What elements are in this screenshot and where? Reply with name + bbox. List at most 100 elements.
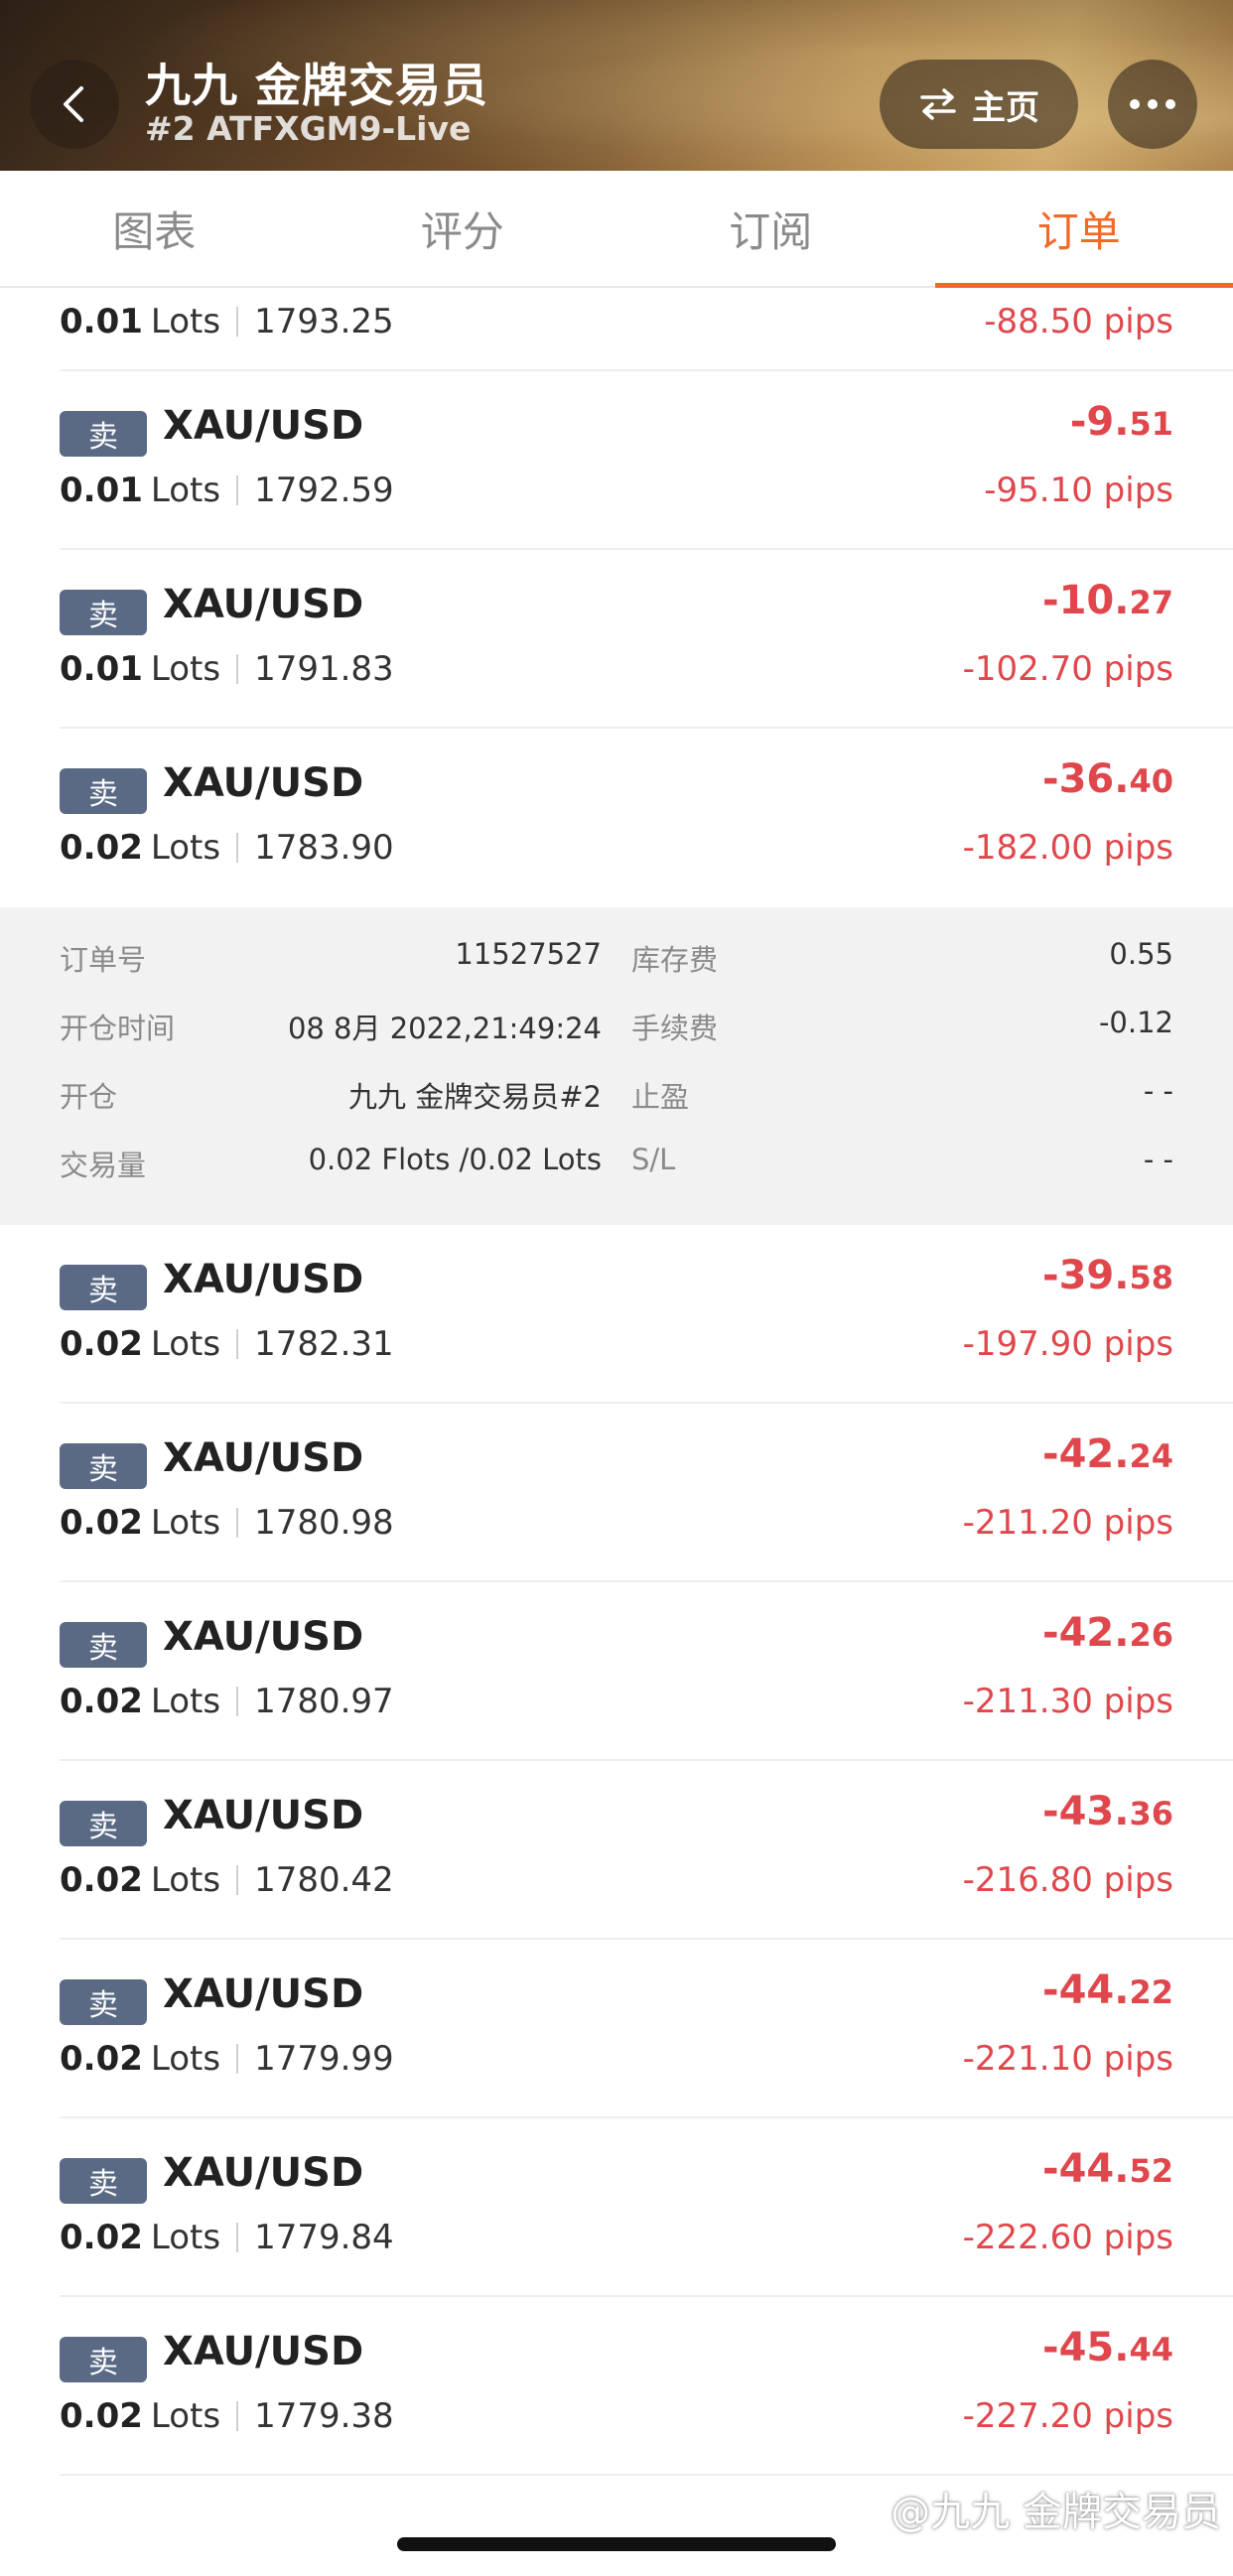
sell-badge: 卖 <box>60 2337 147 2382</box>
order-row[interactable]: 卖 XAU/USD 0.02 Lots 1779.38 -45.44 -227.20… <box>60 2297 1233 2476</box>
take-profit-value: - - <box>1143 1074 1173 1108</box>
tab-orders[interactable]: 订单 <box>925 171 1233 288</box>
order-lots-price: 0.02 Lots 1783.90 <box>60 828 394 868</box>
order-profit: -44.52 <box>1042 2146 1173 2192</box>
order-symbol: XAU/USD <box>163 2150 364 2196</box>
order-lots: 0.02 <box>60 2039 143 2079</box>
order-lots: 0.02 <box>60 1682 143 1721</box>
order-profit-decimal: 51 <box>1129 405 1173 443</box>
order-profit-main: -39. <box>1042 1253 1130 1298</box>
order-row[interactable]: 卖 XAU/USD 0.01 Lots 1791.83 -10.27 -102.70… <box>60 550 1233 729</box>
order-lots-unit: Lots <box>150 1503 221 1543</box>
commission-label: 手续费 <box>631 1012 719 1045</box>
order-lots-unit: Lots <box>150 302 221 341</box>
order-price: 1779.38 <box>254 2396 394 2436</box>
order-price: 1780.97 <box>254 1682 394 1721</box>
order-row[interactable]: 0.01 Lots 1793.25 -88.50 pips <box>60 288 1233 371</box>
sell-badge: 卖 <box>60 1622 147 1668</box>
order-lots-price: 0.01 Lots 1792.59 <box>60 471 394 510</box>
order-row[interactable]: 卖 XAU/USD 0.02 Lots 1779.99 -44.22 -221.10… <box>60 1940 1233 2118</box>
order-symbol: XAU/USD <box>163 760 364 806</box>
order-pips: -222.60 pips <box>962 2218 1173 2257</box>
order-pips: -211.30 pips <box>962 1682 1173 1721</box>
order-profit-main: -10. <box>1042 578 1130 623</box>
order-price: 1793.25 <box>254 302 394 341</box>
tab-subscribe[interactable]: 订阅 <box>616 171 925 286</box>
sell-badge: 卖 <box>60 1979 147 2025</box>
order-row[interactable]: 卖 XAU/USD 0.02 Lots 1780.98 -42.24 -211.20… <box>60 1404 1233 1582</box>
order-price: 1779.99 <box>254 2039 394 2079</box>
order-lots: 0.02 <box>60 2396 143 2436</box>
tab-rating[interactable]: 评分 <box>309 171 617 286</box>
order-lots-price: 0.01 Lots 1791.83 <box>60 649 394 689</box>
sell-badge: 卖 <box>60 590 147 635</box>
order-pips: -227.20 pips <box>962 2396 1173 2436</box>
order-profit-main: -43. <box>1042 1789 1130 1834</box>
stop-loss-value: - - <box>1143 1143 1173 1176</box>
swap-icon <box>920 88 956 120</box>
order-lots-price: 0.02 Lots 1779.38 <box>60 2396 394 2436</box>
order-lots-unit: Lots <box>150 2218 221 2257</box>
order-price: 1779.84 <box>254 2218 394 2257</box>
order-lots: 0.01 <box>60 649 143 689</box>
divider <box>236 2044 239 2074</box>
order-symbol: XAU/USD <box>163 1614 364 1660</box>
order-lots-price: 0.02 Lots 1780.42 <box>60 1860 394 1900</box>
order-profit-decimal: 58 <box>1129 1259 1173 1296</box>
order-row[interactable]: 卖 XAU/USD 0.02 Lots 1780.42 -43.36 -216.80… <box>60 1761 1233 1940</box>
open-label: 开仓 <box>60 1080 118 1114</box>
order-profit-decimal: 36 <box>1129 1795 1173 1832</box>
order-profit-decimal: 27 <box>1129 584 1173 621</box>
open-time-value: 08 8月 2022,21:49:24 <box>287 1012 602 1045</box>
commission-value: -0.12 <box>1098 1006 1173 1039</box>
home-button[interactable]: 主页 <box>880 60 1078 149</box>
divider <box>236 307 239 337</box>
swap-label: 库存费 <box>631 943 719 977</box>
order-profit-decimal: 26 <box>1129 1616 1173 1654</box>
sell-badge: 卖 <box>60 1265 147 1310</box>
order-row[interactable]: 卖 XAU/USD 0.02 Lots 1782.31 -39.58 -197.90… <box>60 1225 1233 1404</box>
order-symbol: XAU/USD <box>163 582 364 627</box>
tab-chart[interactable]: 图表 <box>0 171 309 286</box>
order-profit: -9.51 <box>1070 399 1173 445</box>
tab-bar: 图表 评分 订阅 订单 <box>0 171 1233 288</box>
order-row[interactable]: 卖 XAU/USD 0.01 Lots 1792.59 -9.51 -95.10 p… <box>60 371 1233 550</box>
order-profit: -10.27 <box>1042 578 1173 623</box>
order-detail-panel: 订单号 11527527 库存费 0.55 开仓时间 08 8月 2022,21… <box>0 907 1233 1225</box>
chevron-left-icon <box>64 86 83 122</box>
order-lots: 0.02 <box>60 1324 143 1364</box>
order-symbol: XAU/USD <box>163 2329 364 2374</box>
order-profit: -43.36 <box>1042 1789 1173 1834</box>
order-pips: -182.00 pips <box>962 828 1173 868</box>
sell-badge: 卖 <box>60 768 147 814</box>
order-pips: -88.50 pips <box>984 302 1173 341</box>
home-indicator[interactable] <box>397 2537 836 2551</box>
order-price: 1780.98 <box>254 1503 394 1543</box>
more-button[interactable] <box>1108 60 1197 149</box>
order-profit-main: -9. <box>1069 399 1130 445</box>
order-lots-unit: Lots <box>150 828 221 868</box>
order-symbol: XAU/USD <box>163 1257 364 1302</box>
open-by-value: 九九 金牌交易员#2 <box>348 1080 602 1114</box>
divider <box>236 475 239 505</box>
order-symbol: XAU/USD <box>163 1971 364 2017</box>
order-lots-price: 0.02 Lots 1780.97 <box>60 1682 394 1721</box>
back-button[interactable] <box>30 60 119 149</box>
order-lots-unit: Lots <box>150 649 221 689</box>
order-lots-unit: Lots <box>150 1682 221 1721</box>
order-price: 1792.59 <box>254 471 394 510</box>
order-lots: 0.01 <box>60 302 143 341</box>
order-row[interactable]: 卖 XAU/USD 0.02 Lots 1780.97 -42.26 -211.30… <box>60 1582 1233 1761</box>
order-row-expanded[interactable]: 卖 XAU/USD 0.02 Lots 1783.90 -36.40 -182.00… <box>60 729 1233 907</box>
order-row[interactable]: 卖 XAU/USD 0.02 Lots 1779.84 -44.52 -222.60… <box>60 2118 1233 2297</box>
sell-badge: 卖 <box>60 411 147 457</box>
order-lots-price: 0.02 Lots 1779.99 <box>60 2039 394 2079</box>
orders-list: 0.01 Lots 1793.25 -88.50 pips 卖 XAU/USD 0.… <box>0 288 1233 2476</box>
order-lots: 0.02 <box>60 1503 143 1543</box>
order-profit-decimal: 52 <box>1129 2152 1173 2190</box>
order-lots-unit: Lots <box>150 2396 221 2436</box>
stop-loss-label: S/L <box>631 1143 676 1176</box>
watermark: @九九 金牌交易员 <box>890 2490 1221 2535</box>
order-pips: -102.70 pips <box>962 649 1173 689</box>
sell-badge: 卖 <box>60 1801 147 1846</box>
